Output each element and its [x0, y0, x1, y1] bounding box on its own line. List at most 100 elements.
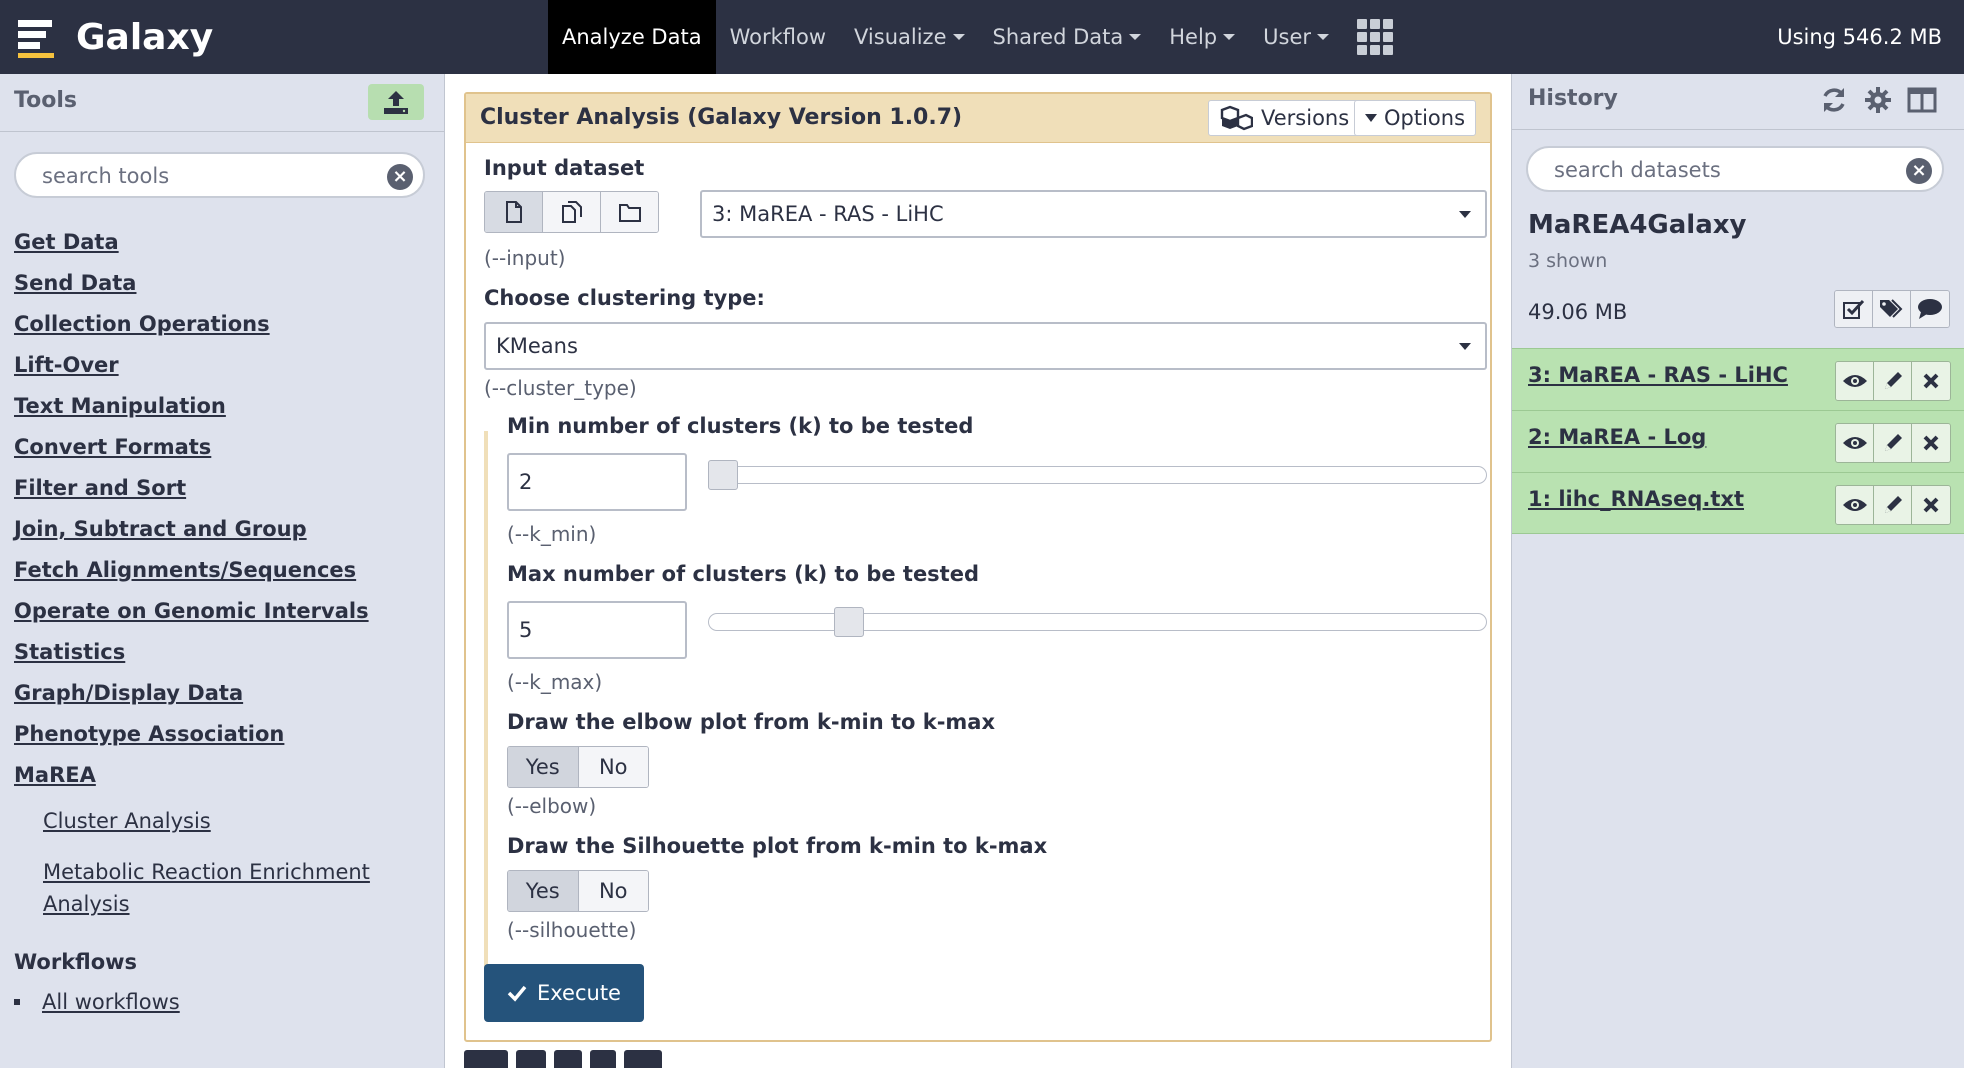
silhouette-no-button[interactable]: No — [578, 871, 648, 911]
conditional-section-bar — [484, 431, 488, 991]
nav-apps[interactable] — [1343, 0, 1407, 74]
gear-icon[interactable] — [1862, 84, 1894, 116]
pencil-icon[interactable] — [1874, 362, 1912, 400]
tool-link-cluster-analysis[interactable]: Cluster Analysis — [43, 806, 434, 856]
nav-label: Shared Data — [992, 25, 1124, 49]
kmin-help: (--k_min) — [507, 522, 597, 546]
masthead: Galaxy Analyze Data Workflow Visualize S… — [0, 0, 1964, 74]
tool-section-send-data[interactable]: Send Data — [14, 265, 434, 306]
execute-button[interactable]: Execute — [484, 964, 644, 1022]
nav-help[interactable]: Help — [1155, 0, 1249, 74]
input-dataset-value: 3: MaREA - RAS - LiHC — [712, 202, 944, 226]
kmin-input[interactable]: 2 — [507, 453, 687, 511]
silhouette-toggle: Yes No — [507, 870, 649, 912]
dataset-collection-button[interactable] — [601, 192, 658, 232]
tool-panel-title: Tools — [14, 88, 77, 113]
delete-icon[interactable] — [1912, 424, 1950, 462]
nav-visualize[interactable]: Visualize — [840, 0, 978, 74]
versions-button[interactable]: Versions — [1208, 100, 1361, 136]
history-dataset-item[interactable]: 1: lihc_RNAseq.txt — [1512, 472, 1964, 534]
tool-section-filter-and-sort[interactable]: Filter and Sort — [14, 470, 434, 511]
multiple-datasets-button[interactable] — [543, 192, 601, 232]
tool-form: Cluster Analysis (Galaxy Version 1.0.7) … — [464, 92, 1492, 1042]
main-nav: Analyze Data Workflow Visualize Shared D… — [548, 0, 1407, 74]
bullet-icon — [14, 999, 20, 1005]
kmin-label: Min number of clusters (k) to be tested — [507, 414, 974, 438]
eye-icon[interactable] — [1836, 486, 1874, 524]
history-size: 49.06 MB — [1528, 300, 1628, 324]
elbow-no-button[interactable]: No — [578, 747, 648, 787]
tool-form-title: Cluster Analysis (Galaxy Version 1.0.7) — [480, 105, 963, 130]
tool-form-header: Cluster Analysis (Galaxy Version 1.0.7) … — [466, 94, 1490, 143]
galaxy-logo-icon — [18, 16, 58, 58]
tool-link-metabolic-reaction-cont[interactable]: Analysis — [43, 888, 434, 920]
all-workflows-link[interactable]: All workflows — [42, 990, 180, 1014]
cluster-type-select[interactable]: KMeans — [484, 322, 1487, 370]
nav-shared-data[interactable]: Shared Data — [979, 0, 1156, 74]
eye-icon[interactable] — [1836, 424, 1874, 462]
nav-label: Help — [1169, 25, 1218, 49]
history-dataset-item[interactable]: 3: MaREA - RAS - LiHC — [1512, 348, 1964, 410]
nav-user[interactable]: User — [1249, 0, 1343, 74]
annotation-icon[interactable] — [1911, 291, 1949, 327]
delete-icon[interactable] — [1912, 486, 1950, 524]
kmin-slider-handle[interactable] — [708, 460, 738, 490]
tool-section-get-data[interactable]: Get Data — [14, 224, 434, 265]
silhouette-help: (--silhouette) — [507, 918, 637, 942]
tool-section-graph-display[interactable]: Graph/Display Data — [14, 675, 434, 716]
elbow-yes-button[interactable]: Yes — [508, 747, 579, 787]
dataset-title[interactable]: 3: MaREA - RAS - LiHC — [1528, 363, 1788, 387]
tool-search: × — [14, 152, 425, 198]
tool-section-phenotype-association[interactable]: Phenotype Association — [14, 716, 434, 757]
quota-meter[interactable]: Using 546.2 MB — [1777, 0, 1942, 74]
cubes-icon — [1220, 105, 1253, 131]
history-name[interactable]: MaREA4Galaxy — [1528, 210, 1746, 240]
tool-section-genomic-intervals[interactable]: Operate on Genomic Intervals — [14, 593, 434, 634]
tool-section-marea[interactable]: MaREA — [14, 757, 434, 798]
kmax-slider-handle[interactable] — [834, 607, 864, 637]
dataset-actions — [1835, 423, 1951, 463]
tool-section-lift-over[interactable]: Lift-Over — [14, 347, 434, 388]
refresh-icon[interactable] — [1818, 84, 1850, 116]
dataset-title[interactable]: 2: MaREA - Log — [1528, 425, 1706, 449]
nav-workflow[interactable]: Workflow — [716, 0, 840, 74]
kmax-input[interactable]: 5 — [507, 601, 687, 659]
brand-link[interactable]: Galaxy — [18, 10, 213, 64]
upload-icon — [384, 91, 408, 114]
kmin-slider-track[interactable] — [708, 466, 1487, 484]
tool-section-collection-operations[interactable]: Collection Operations — [14, 306, 434, 347]
tool-link-metabolic-reaction[interactable]: Metabolic Reaction Enrichment — [43, 856, 434, 888]
kmax-slider-track[interactable] — [708, 613, 1487, 631]
upload-button[interactable] — [368, 84, 424, 120]
nav-analyze-data[interactable]: Analyze Data — [548, 0, 716, 74]
select-items-icon[interactable] — [1835, 291, 1873, 327]
single-dataset-button[interactable] — [485, 192, 543, 232]
tool-help-heading-cropped — [464, 1050, 864, 1068]
tool-search-input[interactable] — [42, 162, 372, 190]
history-search-input[interactable] — [1554, 156, 1884, 184]
history-dataset-item[interactable]: 2: MaREA - Log — [1512, 410, 1964, 472]
columns-icon[interactable] — [1906, 84, 1938, 116]
history-actions — [1834, 290, 1950, 328]
tool-section-convert-formats[interactable]: Convert Formats — [14, 429, 434, 470]
tool-section-statistics[interactable]: Statistics — [14, 634, 434, 675]
nav-label: Workflow — [729, 25, 827, 49]
input-dataset-select[interactable]: 3: MaREA - RAS - LiHC — [700, 190, 1487, 238]
tags-icon[interactable] — [1873, 291, 1911, 327]
history-header: History — [1512, 74, 1964, 130]
pencil-icon[interactable] — [1874, 424, 1912, 462]
tool-section-list: Get Data Send Data Collection Operations… — [14, 224, 434, 920]
clear-search-icon[interactable]: × — [387, 164, 413, 190]
pencil-icon[interactable] — [1874, 486, 1912, 524]
tool-section-text-manipulation[interactable]: Text Manipulation — [14, 388, 434, 429]
tool-section-fetch-alignments[interactable]: Fetch Alignments/Sequences — [14, 552, 434, 593]
dataset-title[interactable]: 1: lihc_RNAseq.txt — [1528, 487, 1744, 511]
clear-search-icon[interactable]: × — [1906, 158, 1932, 184]
options-button[interactable]: Options — [1354, 100, 1477, 136]
folder-icon — [618, 204, 641, 222]
silhouette-yes-button[interactable]: Yes — [508, 871, 579, 911]
delete-icon[interactable] — [1912, 362, 1950, 400]
tool-section-join-subtract-group[interactable]: Join, Subtract and Group — [14, 511, 434, 552]
silhouette-label: Draw the Silhouette plot from k-min to k… — [507, 834, 1048, 858]
eye-icon[interactable] — [1836, 362, 1874, 400]
